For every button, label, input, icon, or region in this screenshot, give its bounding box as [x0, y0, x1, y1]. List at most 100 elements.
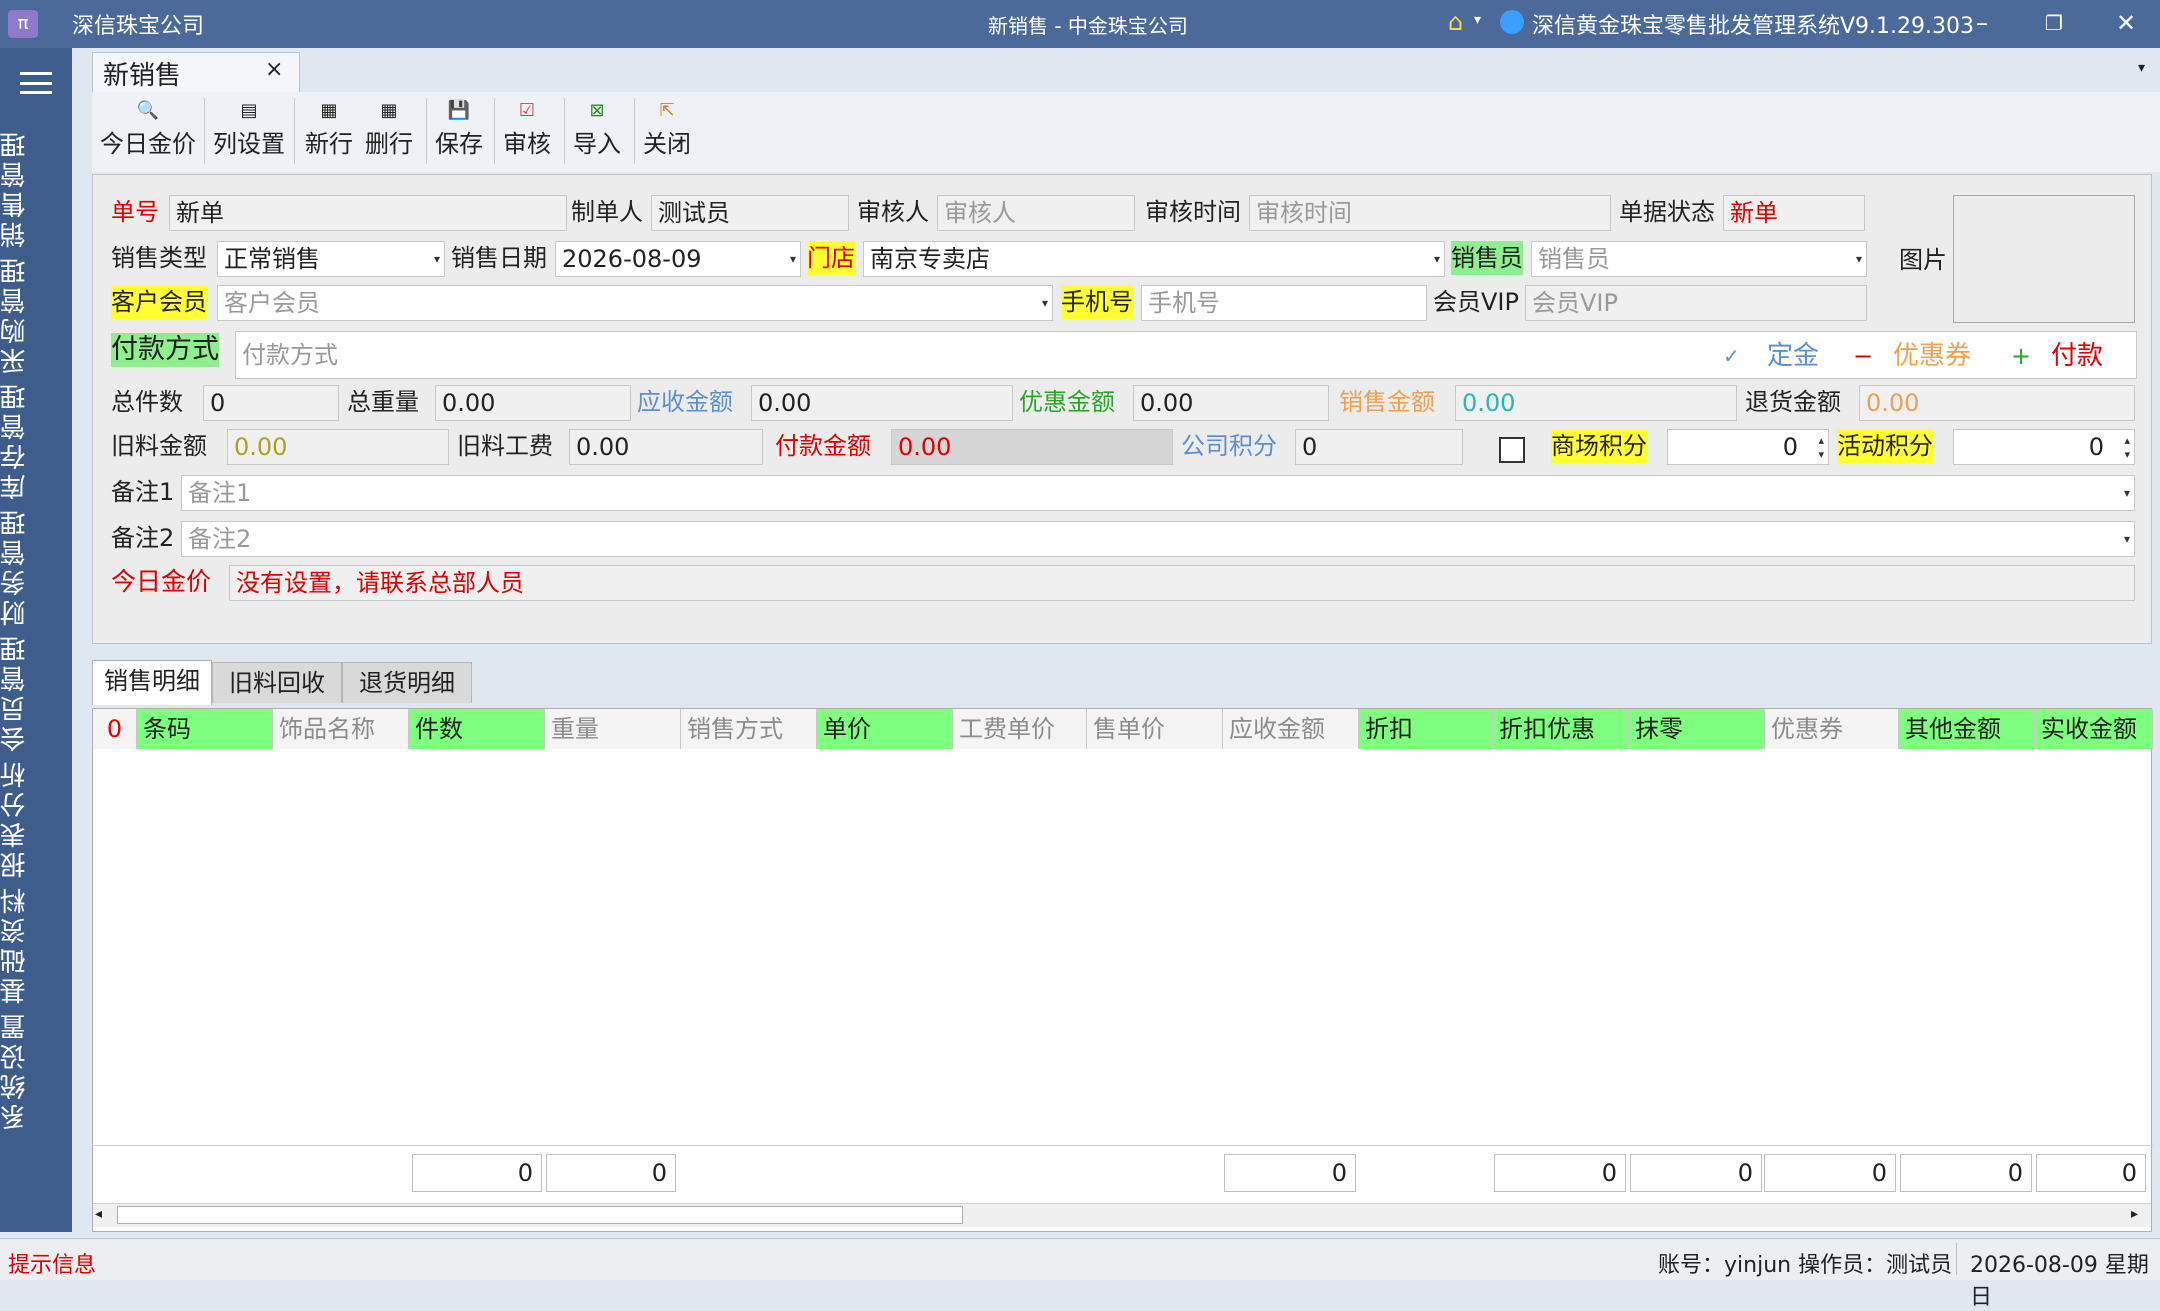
audit-time-field: 审核时间 — [1249, 195, 1611, 231]
note2-select[interactable]: 备注2 ▾ — [181, 521, 2135, 557]
window-title: 新销售 - 中金珠宝公司 — [988, 14, 1188, 38]
points-checkbox[interactable] — [1499, 437, 1525, 463]
import-button[interactable]: ⊠ 导入 — [570, 98, 624, 168]
vip-label: 会员VIP — [1433, 288, 1519, 316]
receivable-field: 0.00 — [751, 385, 1013, 421]
maker-field: 测试员 — [651, 195, 849, 231]
horizontal-scrollbar[interactable]: ◂ ▸ — [93, 1203, 2151, 1227]
discount-label: 优惠金额 — [1019, 388, 1115, 416]
sidebar-item-settings[interactable]: 系统设置 — [0, 1010, 72, 1130]
minimize-button[interactable]: – — [1962, 6, 2002, 40]
sale-type-select[interactable]: 正常销售 ▾ — [217, 241, 445, 277]
col-coupon[interactable]: 优惠券 — [1765, 709, 1899, 749]
store-select[interactable]: 南京专卖店 ▾ — [863, 241, 1445, 277]
floppy-icon: 💾 — [447, 100, 471, 121]
customer-select[interactable]: 客户会员 ▾ — [217, 285, 1053, 321]
sidebar-item-sales[interactable]: 销售管理 — [0, 128, 72, 248]
col-discount[interactable]: 折扣 — [1359, 709, 1493, 749]
title-bar: π 深信珠宝公司 新销售 - 中金珠宝公司 ⌂ ▾ 深信黄金珠宝零售批发管理系统… — [0, 0, 2160, 48]
audit-time-label: 审核时间 — [1145, 198, 1241, 226]
status-label: 单据状态 — [1619, 198, 1715, 226]
excel-icon: ⊠ — [589, 100, 605, 121]
note1-select[interactable]: 备注1 ▾ — [181, 475, 2135, 511]
tab-sale-detail[interactable]: 销售明细 — [92, 660, 212, 705]
checkmark-icon: ✓ — [1723, 344, 1740, 368]
col-other-amount[interactable]: 其他金额 — [1899, 709, 2035, 749]
restore-button[interactable]: ❐ — [2034, 6, 2074, 40]
close-doc-button[interactable]: ⇱ 关闭 — [640, 98, 694, 168]
company-name: 深信珠宝公司 — [72, 14, 205, 39]
menu-icon[interactable] — [20, 72, 52, 94]
chevron-down-icon: ▾ — [2123, 486, 2130, 500]
sidebar-item-reports[interactable]: 报表分析 — [0, 758, 72, 878]
chevron-down-icon[interactable]: ▾ — [1474, 12, 1481, 28]
coupon-button[interactable]: 优惠券 — [1893, 339, 1971, 373]
minus-icon: − — [1853, 342, 1874, 370]
col-barcode[interactable]: 条码 — [137, 709, 273, 749]
spinner-arrows-icon: ▴ ▾ — [1818, 434, 1824, 461]
col-pieces[interactable]: 件数 — [409, 709, 545, 749]
sidebar-item-members[interactable]: 会员管理 — [0, 632, 72, 752]
close-window-button[interactable]: ✕ — [2106, 6, 2146, 40]
delete-row-button[interactable]: ▦ 删行 — [362, 98, 416, 168]
delete-row-icon: ▦ — [380, 100, 398, 121]
receivable-label: 应收金额 — [637, 388, 733, 416]
grid-header: 0 条码 饰品名称 件数 重量 销售方式 单价 工费单价 售单价 应收金额 折扣… — [93, 709, 2153, 749]
today-gold-button[interactable]: 🔍 今日金价 — [96, 98, 200, 168]
save-button[interactable]: 💾 保存 — [432, 98, 486, 168]
sales-amount-label: 销售金额 — [1339, 388, 1435, 416]
scrollbar-thumb[interactable] — [117, 1206, 963, 1224]
scroll-left-icon[interactable]: ◂ — [95, 1206, 102, 1222]
tab-new-sale[interactable]: 新销售 × — [92, 52, 300, 93]
auditor-label: 审核人 — [857, 198, 929, 226]
paid-field: 0.00 — [891, 429, 1173, 465]
close-icon[interactable]: × — [265, 57, 283, 82]
tab-return-detail[interactable]: 退货明细 — [342, 662, 472, 703]
sidebar-item-finance[interactable]: 财务管理 — [0, 506, 72, 626]
column-settings-button[interactable]: ▤ 列设置 — [210, 98, 288, 168]
system-title: 深信黄金珠宝零售批发管理系统V9.1.29.303 — [1532, 14, 1975, 39]
col-actual-amount[interactable]: 实收金额 — [2035, 709, 2153, 749]
col-labor-price[interactable]: 工费单价 — [953, 709, 1087, 749]
col-unit-price[interactable]: 单价 — [817, 709, 953, 749]
salesperson-select[interactable]: 销售员 ▾ — [1531, 241, 1867, 277]
sidebar-item-purchase[interactable]: 采购管理 — [0, 254, 72, 374]
col-weight[interactable]: 重量 — [545, 709, 681, 749]
old-amount-field: 0.00 — [227, 429, 449, 465]
mall-points-spinner[interactable]: 0 ▴ ▾ — [1667, 429, 1829, 465]
total-actual-sum: 0 — [2036, 1154, 2146, 1192]
old-fee-label: 旧料工费 — [457, 432, 553, 460]
col-sale-unit-price[interactable]: 售单价 — [1087, 709, 1223, 749]
col-sale-mode[interactable]: 销售方式 — [681, 709, 817, 749]
toolbar: 🔍 今日金价 ▤ 列设置 ▦ 新行 ▦ 删行 💾 保存 ☑ 审核 ⊠ 导入 ⇱ 关闭 — [92, 92, 2160, 172]
new-row-button[interactable]: ▦ 新行 — [302, 98, 356, 168]
event-points-spinner[interactable]: 0 ▴ ▾ — [1953, 429, 2135, 465]
sidebar-item-inventory[interactable]: 库存管理 — [0, 380, 72, 500]
pay-button[interactable]: 付款 — [2051, 339, 2103, 373]
col-rounding[interactable]: 抹零 — [1629, 709, 1765, 749]
scroll-right-icon[interactable]: ▸ — [2131, 1206, 2138, 1222]
return-amount-label: 退货金额 — [1745, 388, 1841, 416]
payment-label: 付款方式 — [111, 333, 219, 367]
image-box[interactable] — [1953, 195, 2135, 323]
row-count: 0 — [93, 709, 137, 749]
home-icon[interactable]: ⌂ — [1448, 8, 1463, 36]
exit-icon: ⇱ — [659, 100, 675, 121]
sidebar-item-base-data[interactable]: 基础资料 — [0, 884, 72, 1004]
chevron-down-icon: ▾ — [2123, 532, 2130, 546]
tab-old-recycle[interactable]: 旧料回收 — [212, 662, 342, 703]
col-item-name[interactable]: 饰品名称 — [273, 709, 409, 749]
sale-date-picker[interactable]: 2026-08-09 ▾ — [555, 241, 801, 277]
mall-points-label: 商场积分 — [1551, 429, 1647, 463]
chevron-down-icon[interactable]: ▾ — [2138, 60, 2145, 76]
add-row-icon: ▦ — [320, 100, 338, 121]
payment-field[interactable]: 付款方式 — [235, 331, 2137, 379]
sidebar: 销售管理 采购管理 库存管理 财务管理 会员管理 报表分析 基础资料 系统设置 — [0, 48, 72, 1232]
audit-button[interactable]: ☑ 审核 — [500, 98, 554, 168]
phone-label: 手机号 — [1061, 285, 1133, 319]
col-receivable[interactable]: 应收金额 — [1223, 709, 1359, 749]
deposit-button[interactable]: 定金 — [1767, 339, 1819, 373]
phone-input[interactable]: 手机号 — [1141, 285, 1427, 321]
status-date: 2026-08-09 星期日 — [1970, 1253, 2149, 1310]
col-discount-off[interactable]: 折扣优惠 — [1493, 709, 1629, 749]
